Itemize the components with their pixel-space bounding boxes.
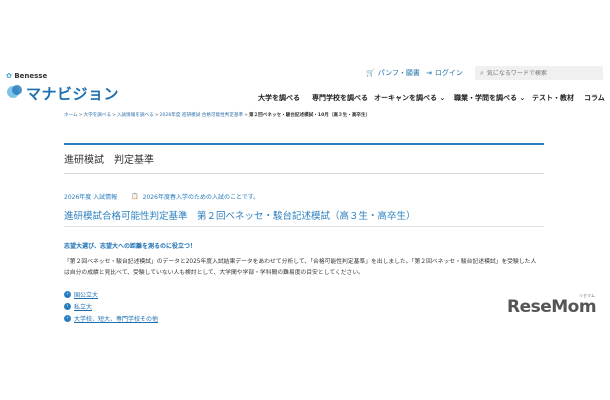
search-box: ⌕ — [475, 66, 603, 80]
chevron-down-icon: ⌄ — [519, 94, 526, 102]
link-private-label: 私立大 — [74, 303, 93, 311]
watermark-text: ReseMom — [507, 297, 597, 317]
cart-icon: 🛒 — [366, 69, 375, 77]
login-icon: ⇥ — [426, 69, 432, 77]
login-link[interactable]: ⇥ ログイン — [426, 68, 463, 78]
chevron-down-icon: ⌄ — [439, 94, 446, 102]
breadcrumb-current: 第２回ベネッセ・駿台記述模試・10月（高３生・高卒生） — [248, 113, 371, 118]
nav-university[interactable]: 大学を調べる — [258, 93, 300, 103]
breadcrumb-separator: > — [78, 113, 83, 118]
title-bottom-rule — [64, 173, 544, 174]
nav-column[interactable]: コラム — [584, 93, 605, 103]
info-icon: 📋 — [131, 193, 139, 200]
breadcrumb-criteria[interactable]: 2026年度 進研模試 合格可能性判定基準 — [160, 113, 244, 118]
site-header: ✿ Benesse マナビジョン 🛒 パンフ・願書 ⇥ ログイン ⌕ 大学を調べ… — [0, 62, 610, 114]
link-other-schools[interactable]: › 大学校、短大、専門学校その他 — [64, 312, 158, 324]
nav-open-campus[interactable]: オーキャンを調べる ⌄ — [374, 93, 445, 103]
nav-career-study-label: 職業・学問を調べる — [454, 94, 517, 102]
benesse-mark-icon: ✿ — [6, 72, 12, 80]
heading-rule — [64, 226, 544, 227]
category-links: › 国公立大 › 私立大 › 大学校、短大、専門学校その他 — [64, 288, 158, 324]
breadcrumb-separator: > — [154, 113, 159, 118]
meta-year: 2026年度 入試情報 — [64, 194, 118, 201]
search-icon[interactable]: ⌕ — [480, 69, 484, 78]
link-national-public[interactable]: › 国公立大 — [64, 288, 158, 300]
global-nav: 大学を調べる 専門学校を調べる オーキャンを調べる ⌄ 職業・学問を調べる ⌄ … — [0, 93, 610, 105]
arrow-right-icon: › — [64, 290, 71, 298]
benesse-brand-text: Benesse — [14, 72, 48, 80]
breadcrumb: ホーム>大学を調べる>入試情報を調べる>2026年度 進研模試 合格可能性判定基… — [64, 112, 370, 118]
pamphlet-label: パンフ・願書 — [377, 69, 420, 77]
resemom-watermark: リセマム ReseMom — [507, 293, 603, 323]
nav-open-campus-label: オーキャンを調べる — [374, 94, 437, 102]
nav-vocational-school[interactable]: 専門学校を調べる — [312, 93, 368, 103]
breadcrumb-exam-info[interactable]: 入試情報を調べる — [117, 113, 154, 118]
breadcrumb-home[interactable]: ホーム — [64, 113, 78, 118]
section-heading: 進研模試合格可能性判定基準 第２回ベネッセ・駿台記述模試（高３生・高卒生） — [64, 211, 416, 222]
pamphlet-link[interactable]: 🛒 パンフ・願書 — [366, 68, 420, 78]
benesse-logo[interactable]: ✿ Benesse — [6, 72, 47, 80]
breadcrumb-university[interactable]: 大学を調べる — [84, 113, 112, 118]
link-private[interactable]: › 私立大 — [64, 300, 158, 312]
link-national-public-label: 国公立大 — [74, 291, 99, 299]
link-other-schools-label: 大学校、短大、専門学校その他 — [74, 315, 159, 323]
arrow-right-icon: › — [64, 314, 71, 322]
nav-career-study[interactable]: 職業・学問を調べる ⌄ — [454, 93, 525, 103]
exam-meta: 2026年度 入試情報 📋 2026年度春入学のための入試のことです。 — [64, 192, 259, 201]
breadcrumb-separator: > — [112, 113, 116, 118]
lead-text: 志望大選び、志望大への距離を測るのに役立つ！ — [64, 243, 197, 250]
breadcrumb-separator: > — [244, 113, 248, 118]
body-text: 「第２回ベネッセ・駿台記述模試」のデータと2025年度入試結果データをあわせて分… — [64, 259, 537, 276]
meta-note: 2026年度春入学のための入試のことです。 — [142, 194, 260, 201]
title-top-rule — [64, 143, 544, 145]
login-label: ログイン — [434, 69, 463, 77]
page-title: 進研模試 判定基準 — [64, 155, 154, 166]
search-input[interactable] — [486, 69, 597, 77]
nav-tests[interactable]: テスト・教材 — [532, 93, 574, 103]
arrow-right-icon: › — [64, 302, 71, 310]
